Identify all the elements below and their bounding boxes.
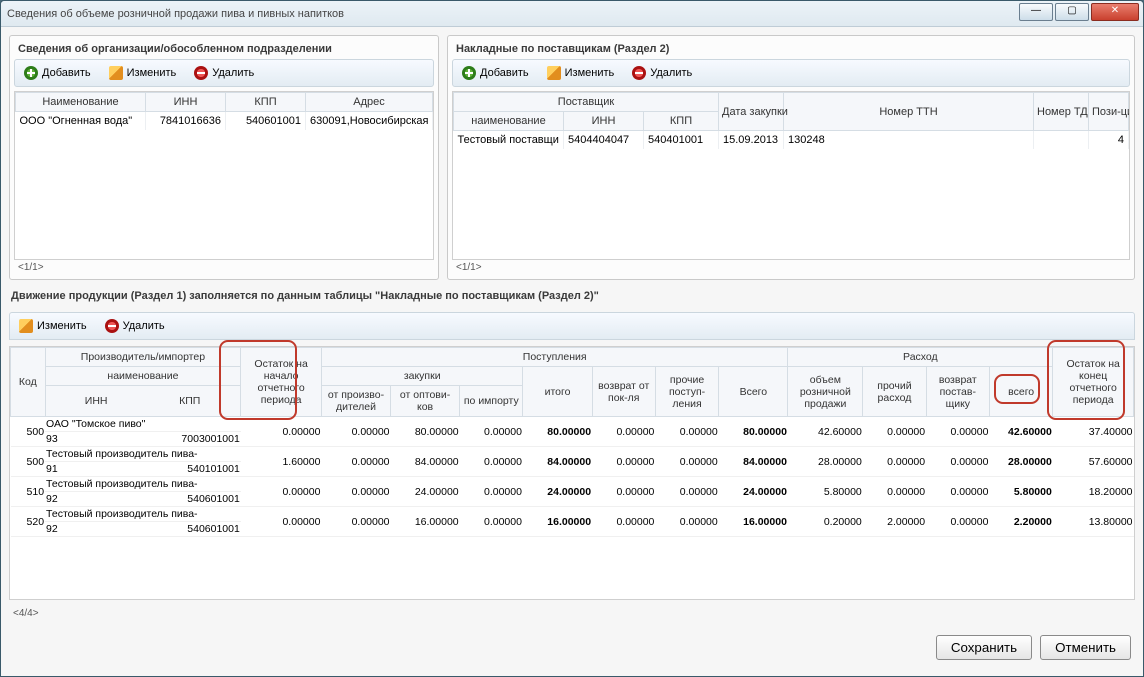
window-title: Сведения об объеме розничной продажи пив…	[7, 8, 344, 20]
col-other-exp[interactable]: прочий расход	[863, 367, 926, 417]
suppliers-panel-title: Накладные по поставщикам (Раздел 2)	[452, 40, 1130, 59]
delete-icon	[632, 66, 646, 80]
col-purchases-group[interactable]: закупки	[321, 367, 523, 386]
sup-pager: <1/1>	[452, 260, 1130, 275]
col-producer-group[interactable]: Производитель/импортер	[45, 348, 241, 367]
col-rest-start[interactable]: Остаток на начало отчетного периода	[241, 348, 322, 417]
movement-row[interactable]: 500ОАО "Томское пиво"0.000000.0000080.00…	[11, 417, 1134, 432]
col-code[interactable]: Код	[11, 348, 46, 417]
col-prod-name[interactable]: наименование	[45, 367, 241, 386]
cancel-button[interactable]: Отменить	[1040, 635, 1131, 660]
delete-icon	[194, 66, 208, 80]
movement-row[interactable]: 520Тестовый производитель пива-0.000000.…	[11, 507, 1134, 522]
org-row[interactable]: ООО "Огненная вода" 7841016636 540601001…	[16, 112, 433, 131]
movement-title: Движение продукции (Раздел 1) заполняетс…	[9, 286, 1135, 306]
sup-delete-button[interactable]: Удалить	[625, 63, 699, 83]
close-button[interactable]: ✕	[1091, 3, 1139, 21]
col-supplier-group[interactable]: Поставщик	[454, 93, 719, 112]
col-retail[interactable]: объем розничной продажи	[788, 367, 863, 417]
movement-row[interactable]: 500Тестовый производитель пива-1.600000.…	[11, 447, 1134, 462]
suppliers-panel: Накладные по поставщикам (Раздел 2) Доба…	[447, 35, 1135, 280]
mv-edit-button[interactable]: Изменить	[12, 316, 94, 336]
org-edit-button[interactable]: Изменить	[102, 63, 184, 83]
col-name[interactable]: Наименование	[16, 93, 146, 112]
col-itogo[interactable]: итого	[523, 367, 592, 417]
col-from-opt[interactable]: от оптови-ков	[391, 386, 460, 417]
suppliers-toolbar: Добавить Изменить Удалить	[452, 59, 1130, 87]
col-other-in[interactable]: прочие поступ-ления	[655, 367, 718, 417]
content: Сведения об организации/обособленном под…	[1, 27, 1143, 676]
col-sup-inn[interactable]: ИНН	[564, 112, 644, 131]
add-icon	[24, 66, 38, 80]
col-by-import[interactable]: по импорту	[460, 386, 523, 417]
edit-icon	[19, 319, 33, 333]
col-from-prod[interactable]: от произво-дителей	[321, 386, 390, 417]
titlebar[interactable]: Сведения об объеме розничной продажи пив…	[1, 1, 1143, 27]
supplier-row[interactable]: Тестовый поставщи 5404404047 540401001 1…	[454, 131, 1129, 150]
col-incoming-group[interactable]: Поступления	[321, 348, 787, 367]
org-pager: <1/1>	[14, 260, 434, 275]
col-return-buy[interactable]: возврат от пок-ля	[592, 367, 655, 417]
col-rest-end[interactable]: Остаток на конец отчетного периода	[1053, 348, 1134, 417]
edit-icon	[547, 66, 561, 80]
org-add-button[interactable]: Добавить	[17, 63, 98, 83]
movement-pager: <4/4>	[9, 606, 1135, 621]
add-icon	[462, 66, 476, 80]
col-sup-kpp[interactable]: КПП	[644, 112, 719, 131]
col-td[interactable]: Номер ТД	[1034, 93, 1089, 131]
delete-icon	[105, 319, 119, 333]
col-pos[interactable]: Пози-ций	[1089, 93, 1129, 131]
col-kpp[interactable]: КПП	[226, 93, 306, 112]
maximize-button[interactable]: ▢	[1055, 3, 1089, 21]
mv-delete-button[interactable]: Удалить	[98, 316, 172, 336]
suppliers-grid[interactable]: Поставщик Дата закупки Номер ТТН Номер Т…	[452, 91, 1130, 260]
movement-row[interactable]: 510Тестовый производитель пива-0.000000.…	[11, 477, 1134, 492]
org-toolbar: Добавить Изменить Удалить	[14, 59, 434, 87]
col-vsego-in[interactable]: Всего	[719, 367, 788, 417]
dialog-buttons: Сохранить Отменить	[9, 627, 1135, 668]
movement-grid[interactable]: Код Производитель/импортер Остаток на на…	[9, 346, 1135, 600]
col-sup-name[interactable]: наименование	[454, 112, 564, 131]
sup-edit-button[interactable]: Изменить	[540, 63, 622, 83]
org-grid[interactable]: Наименование ИНН КПП Адрес ООО "Огненная…	[14, 91, 434, 260]
col-return-sup[interactable]: возврат постав-щику	[926, 367, 989, 417]
sup-add-button[interactable]: Добавить	[455, 63, 536, 83]
organization-panel: Сведения об организации/обособленном под…	[9, 35, 439, 280]
col-ttn[interactable]: Номер ТТН	[784, 93, 1034, 131]
movement-toolbar: Изменить Удалить	[9, 312, 1135, 340]
app-window: Сведения об объеме розничной продажи пив…	[0, 0, 1144, 677]
col-vsego-exp[interactable]: всего	[989, 367, 1052, 417]
edit-icon	[109, 66, 123, 80]
col-addr[interactable]: Адрес	[306, 93, 433, 112]
minimize-button[interactable]: —	[1019, 3, 1053, 21]
org-delete-button[interactable]: Удалить	[187, 63, 261, 83]
col-inn[interactable]: ИНН	[146, 93, 226, 112]
col-expense-group[interactable]: Расход	[788, 348, 1053, 367]
col-date[interactable]: Дата закупки	[719, 93, 784, 131]
save-button[interactable]: Сохранить	[936, 635, 1032, 660]
org-panel-title: Сведения об организации/обособленном под…	[14, 40, 434, 59]
col-inn-kpp[interactable]: ИНН КПП	[45, 386, 241, 417]
